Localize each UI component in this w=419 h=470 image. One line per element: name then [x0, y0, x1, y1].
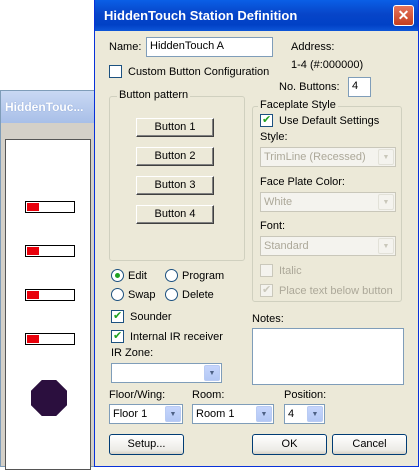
font-label: Font:	[260, 220, 286, 232]
faceplate-color-label: Face Plate Color:	[260, 176, 345, 188]
chevron-down-icon: ▼	[378, 238, 394, 254]
ir-sensor-icon	[31, 380, 67, 416]
led-indicator	[27, 203, 39, 211]
font-select[interactable]: Standard ▼	[260, 236, 396, 256]
faceplate-style-title: Faceplate Style	[258, 99, 338, 111]
sounder-checkbox[interactable]	[111, 309, 124, 323]
custom-config-label: Custom Button Configuration	[128, 66, 270, 78]
style-select[interactable]: TrimLine (Recessed) ▼	[260, 147, 396, 167]
chevron-down-icon: ▼	[307, 406, 323, 422]
pattern-button-4[interactable]: Button 4	[136, 205, 214, 224]
pattern-button-2[interactable]: Button 2	[136, 147, 214, 166]
keypad-button-1[interactable]	[25, 201, 75, 213]
floor-wing-label: Floor/Wing:	[109, 389, 166, 401]
keypad-faceplate	[5, 139, 91, 470]
edit-radio-label: Edit	[128, 270, 147, 282]
button-pattern-title: Button pattern	[117, 89, 191, 101]
font-value: Standard	[264, 240, 309, 252]
swap-radio[interactable]	[111, 288, 124, 301]
place-text-below-label: Place text below button	[279, 285, 393, 297]
sounder-label: Sounder	[130, 311, 172, 323]
keypad-button-2[interactable]	[25, 245, 75, 257]
position-select[interactable]: 4 ▼	[284, 404, 325, 424]
led-indicator	[27, 247, 39, 255]
led-indicator	[27, 291, 39, 299]
keypad-button-4[interactable]	[25, 333, 75, 345]
notes-label: Notes:	[252, 313, 284, 325]
pattern-button-1[interactable]: Button 1	[136, 118, 214, 137]
ir-zone-label: IR Zone:	[111, 347, 154, 359]
num-buttons-input[interactable]: 4	[348, 77, 371, 97]
italic-label: Italic	[279, 265, 302, 277]
internal-ir-label: Internal IR receiver	[130, 331, 223, 343]
place-text-below-checkbox[interactable]	[260, 283, 273, 297]
chevron-down-icon: ▼	[378, 194, 394, 210]
ok-button[interactable]: OK	[252, 434, 327, 455]
pattern-button-3[interactable]: Button 3	[136, 176, 214, 195]
room-select[interactable]: Room 1 ▼	[192, 404, 274, 424]
name-input[interactable]: HiddenTouch A	[146, 37, 273, 57]
close-button[interactable]: ✕	[393, 5, 414, 26]
faceplate-color-value: White	[264, 196, 293, 208]
room-label: Room:	[192, 389, 225, 401]
name-label: Name:	[109, 41, 142, 53]
station-definition-dialog: HiddenTouch Station Definition ✕ Name: H…	[94, 0, 419, 467]
cancel-button[interactable]: Cancel	[332, 434, 407, 455]
chevron-down-icon: ▼	[378, 149, 394, 165]
address-value: 1-4 (#:000000)	[291, 59, 364, 71]
edit-radio[interactable]	[111, 269, 124, 282]
ir-zone-select[interactable]: ▼	[111, 363, 222, 383]
floor-wing-value: Floor 1	[113, 408, 148, 420]
chevron-down-icon: ▼	[256, 406, 272, 422]
num-buttons-label: No. Buttons:	[279, 81, 340, 93]
use-default-label: Use Default Settings	[279, 115, 380, 127]
position-label: Position:	[284, 389, 327, 401]
preview-window-title[interactable]: HiddenTouc...	[1, 91, 94, 123]
custom-config-checkbox[interactable]	[109, 65, 122, 78]
floor-wing-select[interactable]: Floor 1 ▼	[109, 404, 183, 424]
use-default-checkbox[interactable]	[260, 113, 273, 127]
italic-checkbox[interactable]	[260, 264, 273, 277]
room-value: Room 1	[196, 408, 235, 420]
faceplate-color-select[interactable]: White ▼	[260, 192, 396, 212]
hiddentouch-preview-window: HiddenTouc...	[0, 90, 95, 470]
internal-ir-checkbox[interactable]	[111, 329, 124, 343]
led-indicator	[27, 335, 39, 343]
delete-radio-label: Delete	[182, 289, 214, 301]
keypad-button-3[interactable]	[25, 289, 75, 301]
dialog-titlebar[interactable]: HiddenTouch Station Definition	[95, 0, 418, 31]
setup-button[interactable]: Setup...	[109, 434, 184, 455]
notes-textarea[interactable]	[252, 328, 404, 385]
program-radio-label: Program	[182, 270, 225, 282]
position-value: 4	[288, 408, 295, 420]
address-label: Address:	[291, 41, 335, 53]
style-label: Style:	[260, 131, 288, 143]
swap-radio-label: Swap	[128, 289, 156, 301]
delete-radio[interactable]	[165, 288, 178, 301]
chevron-down-icon: ▼	[204, 365, 220, 381]
program-radio[interactable]	[165, 269, 178, 282]
chevron-down-icon: ▼	[165, 406, 181, 422]
style-value: TrimLine (Recessed)	[264, 151, 366, 163]
